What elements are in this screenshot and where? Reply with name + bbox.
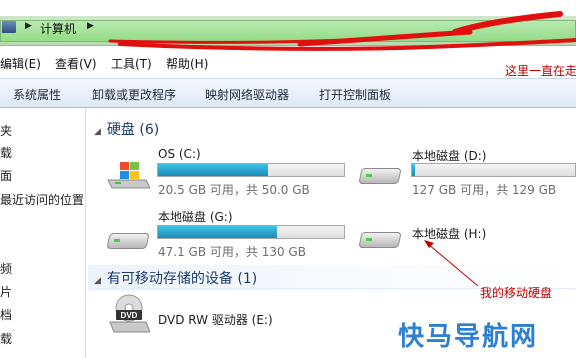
watermark-logo: 快马导航网 [398,322,539,352]
annotation-drive: 我的移动硬盘 [480,286,553,300]
explorer-window: ▶ 计算机 ▶ 编辑(E) 查看(V) 工具(T) 帮助(H) 这里一直在走 系… [0,0,576,358]
annotation-arrow [424,240,479,287]
